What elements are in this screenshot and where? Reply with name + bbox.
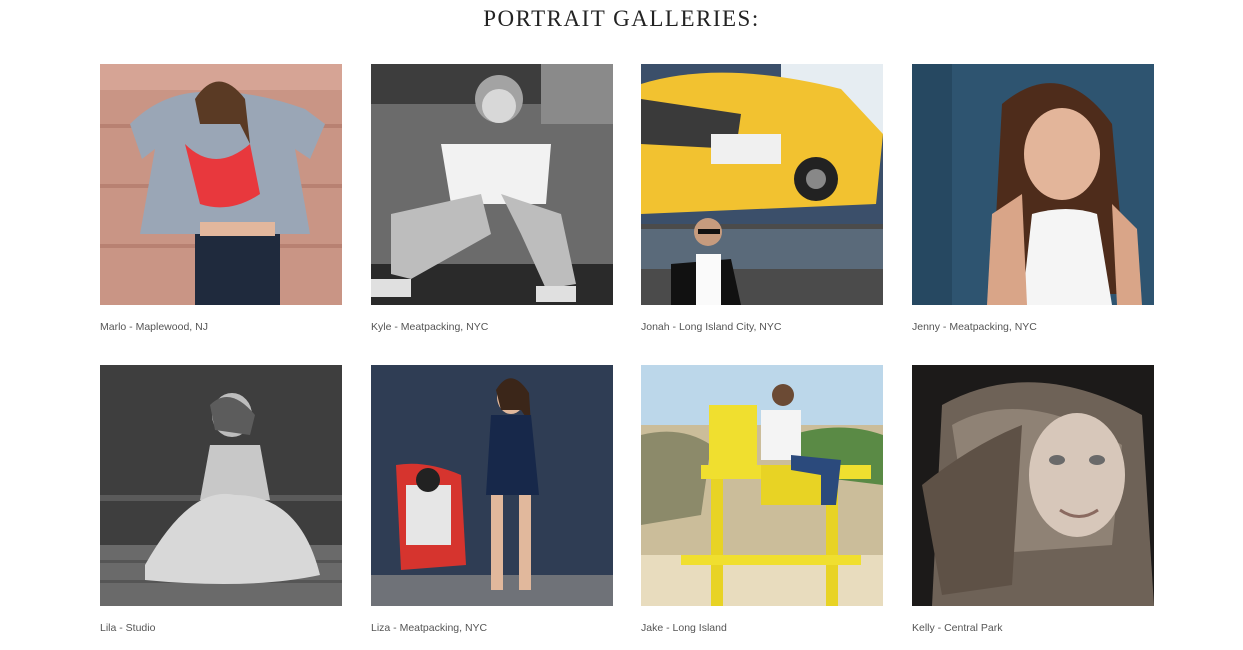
gallery-card-jonah[interactable]: Jonah - Long Island City, NYC	[641, 64, 883, 333]
gallery-card-marlo[interactable]: Marlo - Maplewood, NJ	[100, 64, 342, 333]
gallery-caption[interactable]: Jenny - Meatpacking, NYC	[912, 321, 1154, 333]
gallery-photo-lila[interactable]	[100, 365, 342, 606]
gallery-photo-kyle[interactable]	[371, 64, 613, 305]
gallery-photo-marlo[interactable]	[100, 64, 342, 305]
gallery-caption[interactable]: Jake - Long Island	[641, 622, 883, 634]
gallery-caption[interactable]: Lila - Studio	[100, 622, 342, 634]
page-title: PORTRAIT GALLERIES:	[483, 6, 760, 31]
gallery-photo-jenny[interactable]	[912, 64, 1154, 305]
gallery-caption[interactable]: Liza - Meatpacking, NYC	[371, 622, 613, 634]
gallery-card-lila[interactable]: Lila - Studio	[100, 365, 342, 634]
gallery-photo-jake[interactable]	[641, 365, 883, 606]
gallery-card-jenny[interactable]: Jenny - Meatpacking, NYC	[912, 64, 1154, 333]
gallery-card-liza[interactable]: Liza - Meatpacking, NYC	[371, 365, 613, 634]
gallery-caption[interactable]: Kelly - Central Park	[912, 622, 1154, 634]
gallery-caption[interactable]: Jonah - Long Island City, NYC	[641, 321, 883, 333]
gallery-caption[interactable]: Marlo - Maplewood, NJ	[100, 321, 342, 333]
gallery-photo-kelly[interactable]	[912, 365, 1154, 606]
gallery-card-kelly[interactable]: Kelly - Central Park	[912, 365, 1154, 634]
gallery-photo-liza[interactable]	[371, 365, 613, 606]
gallery-card-jake[interactable]: Jake - Long Island	[641, 365, 883, 634]
gallery-photo-jonah[interactable]	[641, 64, 883, 305]
gallery-caption[interactable]: Kyle - Meatpacking, NYC	[371, 321, 613, 333]
gallery-card-kyle[interactable]: Kyle - Meatpacking, NYC	[371, 64, 613, 333]
